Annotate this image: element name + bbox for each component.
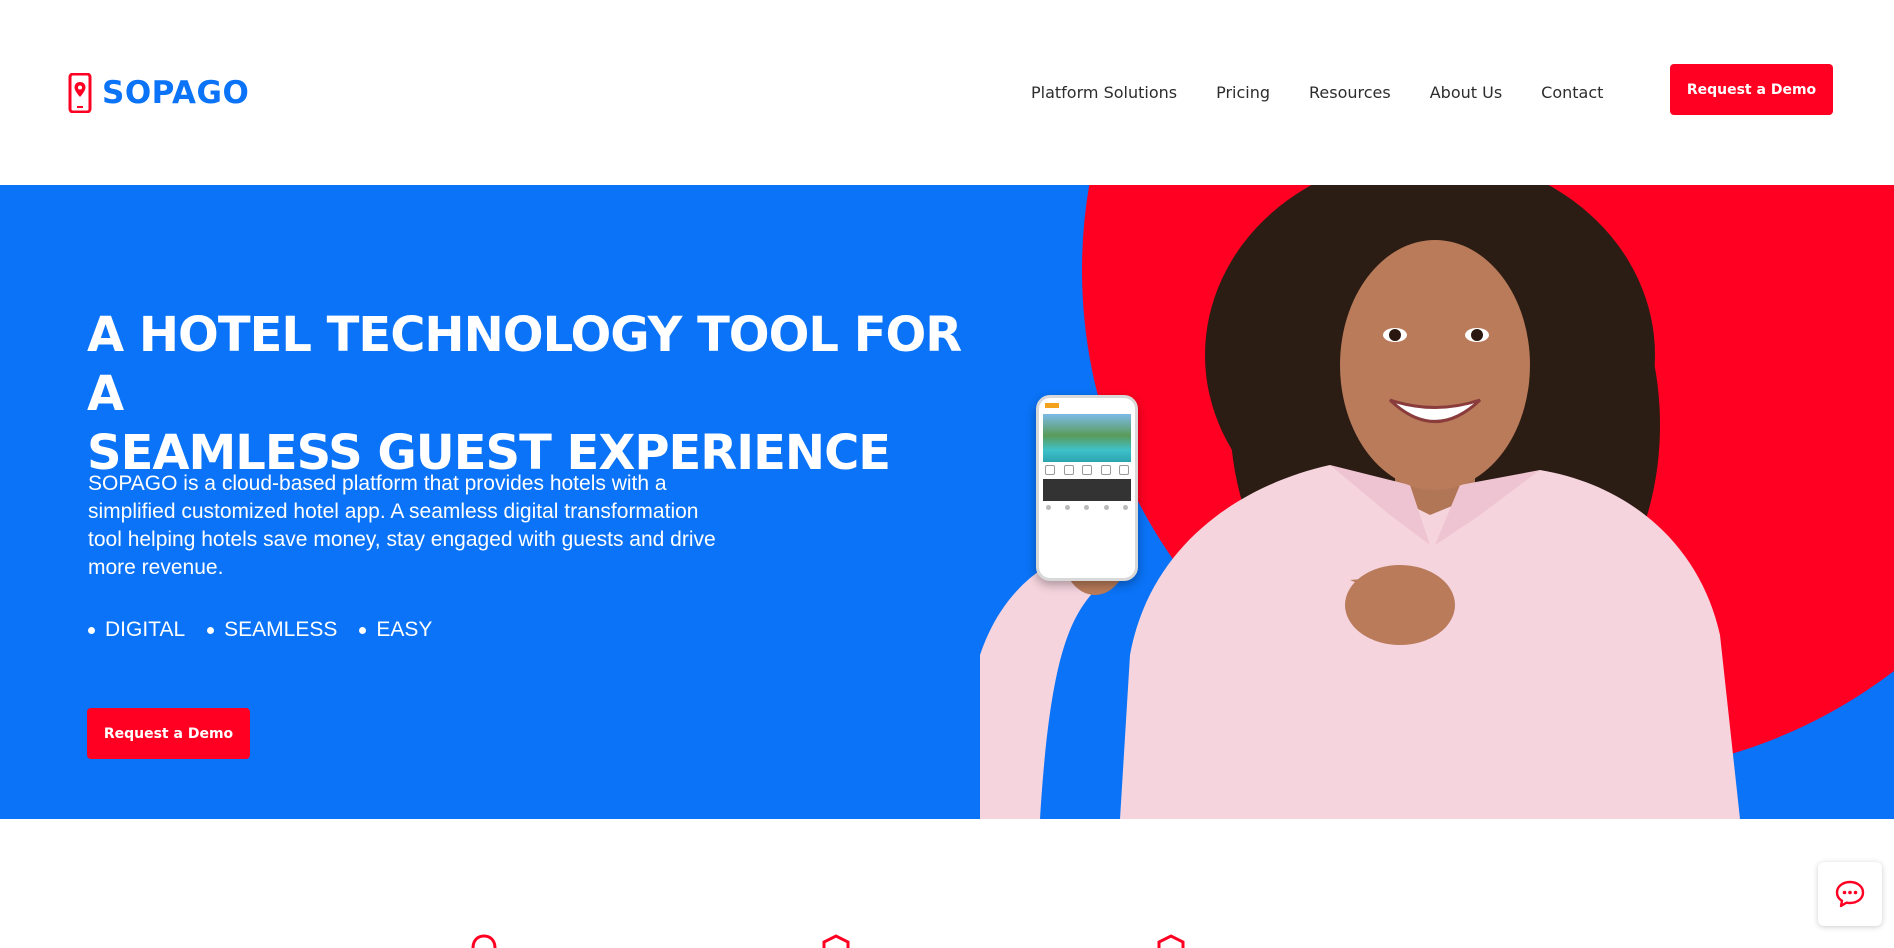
header-request-demo-button[interactable]: Request a Demo [1670, 64, 1833, 115]
bullet-dot-icon [207, 626, 215, 634]
hero-description: SOPAGO is a cloud-based platform that pr… [88, 472, 716, 579]
bullet-item: SEAMLESS [207, 618, 337, 642]
nav-platform-solutions[interactable]: Platform Solutions [1031, 82, 1177, 104]
logo-text: SOPAGO [102, 75, 250, 111]
app-service-icon [1119, 465, 1129, 475]
hexagon-icon [822, 934, 850, 948]
app-service-icon [1045, 465, 1055, 475]
hero-section: A HOTEL TECHNOLOGY TOOL FOR A SEAMLESS G… [0, 185, 1894, 819]
phone-app-mockup [1036, 395, 1138, 581]
app-service-icon [1082, 465, 1092, 475]
nav-about-us[interactable]: About Us [1430, 82, 1502, 104]
bullet-label: DIGITAL [105, 618, 186, 641]
logo[interactable]: SOPAGO [68, 73, 249, 113]
phone-app-bottom-nav [1039, 505, 1135, 510]
bullet-label: EASY [376, 618, 433, 641]
nav-contact[interactable]: Contact [1541, 82, 1603, 104]
app-service-icon [1063, 465, 1074, 475]
hero-request-demo-button[interactable]: Request a Demo [87, 708, 250, 759]
nav-resources[interactable]: Resources [1309, 82, 1391, 104]
phone-app-logo [1045, 402, 1059, 408]
hero-title-line-1: A HOTEL TECHNOLOGY TOOL FOR A [87, 307, 962, 422]
app-nav-icon [1065, 505, 1071, 510]
chat-widget-button[interactable] [1818, 862, 1882, 926]
bullet-item: EASY [359, 618, 432, 642]
main-nav: Platform Solutions Pricing Resources Abo… [1031, 82, 1642, 104]
app-nav-icon [1084, 505, 1090, 510]
bullet-dot-icon [359, 626, 367, 634]
phone-location-icon [68, 73, 92, 113]
hexagon-icon [1157, 934, 1185, 948]
bullet-label: SEAMLESS [224, 618, 338, 641]
phone-app-hero-image [1043, 414, 1131, 462]
location-pin-icon [471, 934, 497, 948]
app-nav-icon [1046, 505, 1052, 510]
phone-app-card [1043, 479, 1131, 501]
site-header: SOPAGO Platform Solutions Pricing Resour… [0, 0, 1894, 185]
bullet-item: DIGITAL [88, 618, 185, 642]
hero-bullets: DIGITAL SEAMLESS EASY [88, 618, 454, 642]
app-nav-icon [1122, 505, 1128, 510]
bullet-dot-icon [88, 626, 95, 634]
phone-app-header [1039, 398, 1135, 412]
phone-app-icons [1045, 465, 1129, 475]
nav-pricing[interactable]: Pricing [1216, 82, 1270, 104]
app-nav-icon [1103, 505, 1109, 510]
hero-title: A HOTEL TECHNOLOGY TOOL FOR A SEAMLESS G… [87, 306, 987, 483]
app-service-icon [1100, 465, 1111, 475]
chat-bubble-icon [1835, 880, 1865, 908]
